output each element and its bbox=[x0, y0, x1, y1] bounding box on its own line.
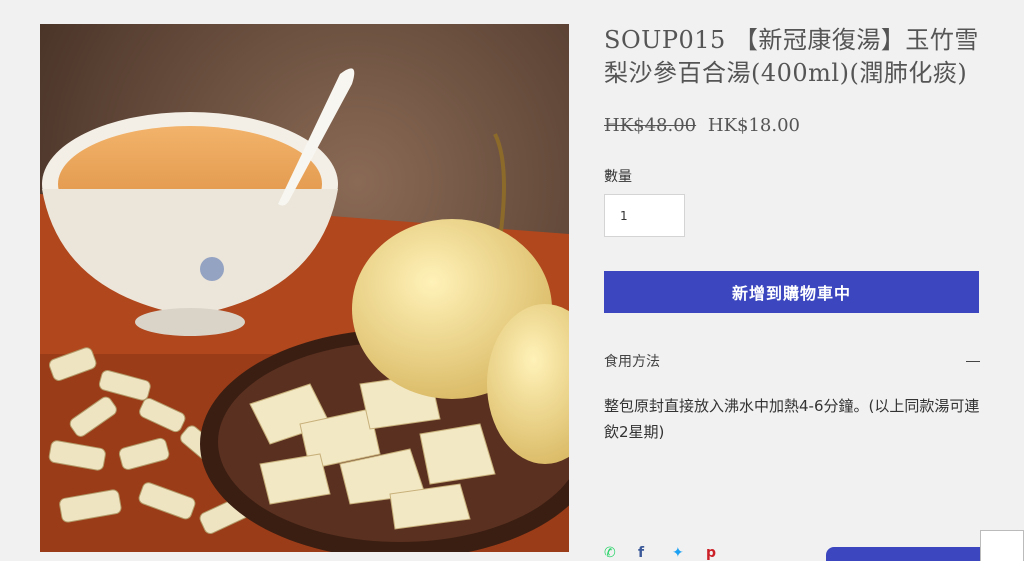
product-photo bbox=[40, 24, 569, 552]
price-row: HK$48.00 HK$18.00 bbox=[604, 115, 980, 136]
product-title: SOUP015 【新冠康復湯】玉竹雪梨沙參百合湯(400ml)(潤肺化痰) bbox=[604, 26, 979, 87]
minus-icon[interactable] bbox=[966, 360, 980, 362]
usage-text: 整包原封直接放入沸水中加熱4-6分鐘。(以上同款湯可連飲2星期) bbox=[604, 397, 980, 441]
scroll-top-button[interactable] bbox=[980, 530, 1024, 561]
whatsapp-icon[interactable]: ✆ bbox=[604, 545, 620, 561]
usage-accordion-header[interactable]: 食用方法 bbox=[604, 351, 980, 371]
original-price: HK$48.00 bbox=[604, 115, 697, 136]
add-to-cart-button[interactable]: 新增到購物車中 bbox=[604, 271, 979, 313]
sale-price: HK$18.00 bbox=[707, 115, 801, 136]
twitter-icon[interactable]: ✦ bbox=[672, 545, 688, 561]
quantity-input[interactable] bbox=[604, 194, 685, 237]
product-info: SOUP015 【新冠康復湯】玉竹雪梨沙參百合湯(400ml)(潤肺化痰) HK… bbox=[604, 24, 980, 445]
usage-header-label: 食用方法 bbox=[604, 354, 660, 370]
pinterest-icon[interactable]: p bbox=[706, 545, 722, 561]
product-image[interactable] bbox=[40, 24, 569, 552]
facebook-icon[interactable]: f bbox=[638, 545, 654, 561]
quantity-label: 數量 bbox=[604, 169, 632, 185]
share-row: ✆ f ✦ p bbox=[604, 545, 722, 561]
